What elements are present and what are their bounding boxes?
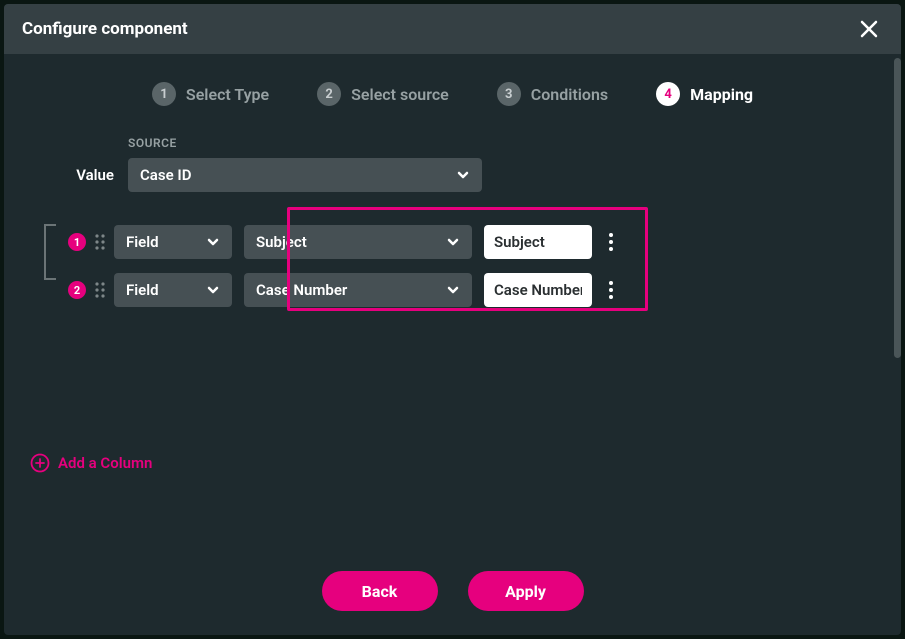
wizard-stepper: 1 Select Type 2 Select source 3 Conditio… bbox=[4, 82, 901, 106]
configure-component-modal: Configure component 1 Select Type 2 Sele… bbox=[4, 4, 901, 635]
row-menu-button[interactable] bbox=[604, 228, 618, 256]
modal-body: SOURCE Value Case ID 1 bbox=[4, 136, 901, 553]
field-select[interactable]: Case Number bbox=[244, 273, 472, 307]
alias-input[interactable] bbox=[484, 225, 592, 259]
step-select-source[interactable]: 2 Select source bbox=[317, 82, 449, 106]
step-label: Select source bbox=[351, 85, 449, 104]
type-select-text: Field bbox=[126, 233, 159, 251]
modal-footer: Back Apply bbox=[4, 553, 901, 635]
close-icon bbox=[859, 19, 879, 39]
mapping-row-1: 1 Field Subject bbox=[44, 218, 618, 266]
chevron-down-icon bbox=[456, 168, 470, 182]
value-select[interactable]: Case ID bbox=[128, 158, 482, 192]
drag-handle-icon bbox=[94, 281, 106, 299]
step-conditions[interactable]: 3 Conditions bbox=[497, 82, 608, 106]
field-select-text: Case Number bbox=[256, 281, 347, 299]
modal-title: Configure component bbox=[22, 19, 188, 39]
mapping-rows: 1 Field Subject bbox=[44, 218, 618, 314]
chevron-down-icon bbox=[206, 235, 220, 249]
value-label: Value bbox=[4, 166, 128, 184]
step-mapping[interactable]: 4 Mapping bbox=[656, 82, 753, 106]
mapping-row-2: 2 Field Case Number bbox=[44, 266, 618, 314]
row-badge: 1 bbox=[68, 233, 86, 251]
more-vertical-icon bbox=[608, 280, 614, 300]
chevron-down-icon bbox=[446, 235, 460, 249]
row-badge: 2 bbox=[68, 281, 86, 299]
source-heading: SOURCE bbox=[128, 136, 177, 150]
add-column-button[interactable]: Add a Column bbox=[30, 453, 152, 473]
add-column-label: Add a Column bbox=[58, 454, 152, 472]
type-select[interactable]: Field bbox=[114, 273, 232, 307]
chevron-down-icon bbox=[206, 283, 220, 297]
scrollbar[interactable] bbox=[894, 58, 901, 358]
modal-header: Configure component bbox=[4, 4, 901, 54]
drag-handle[interactable] bbox=[94, 281, 106, 299]
value-row: Value Case ID bbox=[4, 158, 482, 192]
drag-handle[interactable] bbox=[94, 233, 106, 251]
type-select-text: Field bbox=[126, 281, 159, 299]
row-menu-button[interactable] bbox=[604, 276, 618, 304]
chevron-down-icon bbox=[446, 283, 460, 297]
scrollbar-thumb[interactable] bbox=[894, 58, 901, 358]
drag-handle-icon bbox=[94, 233, 106, 251]
alias-input[interactable] bbox=[484, 273, 592, 307]
step-label: Conditions bbox=[531, 85, 608, 104]
plus-circle-icon bbox=[30, 453, 50, 473]
step-number: 3 bbox=[497, 82, 521, 106]
apply-button[interactable]: Apply bbox=[468, 571, 584, 611]
type-select[interactable]: Field bbox=[114, 225, 232, 259]
step-number: 4 bbox=[656, 82, 680, 106]
step-number: 2 bbox=[317, 82, 341, 106]
step-label: Select Type bbox=[186, 85, 269, 104]
value-select-text: Case ID bbox=[140, 166, 191, 184]
field-select-text: Subject bbox=[256, 233, 307, 251]
back-button[interactable]: Back bbox=[322, 571, 438, 611]
step-select-type[interactable]: 1 Select Type bbox=[152, 82, 269, 106]
more-vertical-icon bbox=[608, 232, 614, 252]
field-select[interactable]: Subject bbox=[244, 225, 472, 259]
step-label: Mapping bbox=[690, 85, 753, 104]
step-number: 1 bbox=[152, 82, 176, 106]
close-button[interactable] bbox=[855, 15, 883, 43]
